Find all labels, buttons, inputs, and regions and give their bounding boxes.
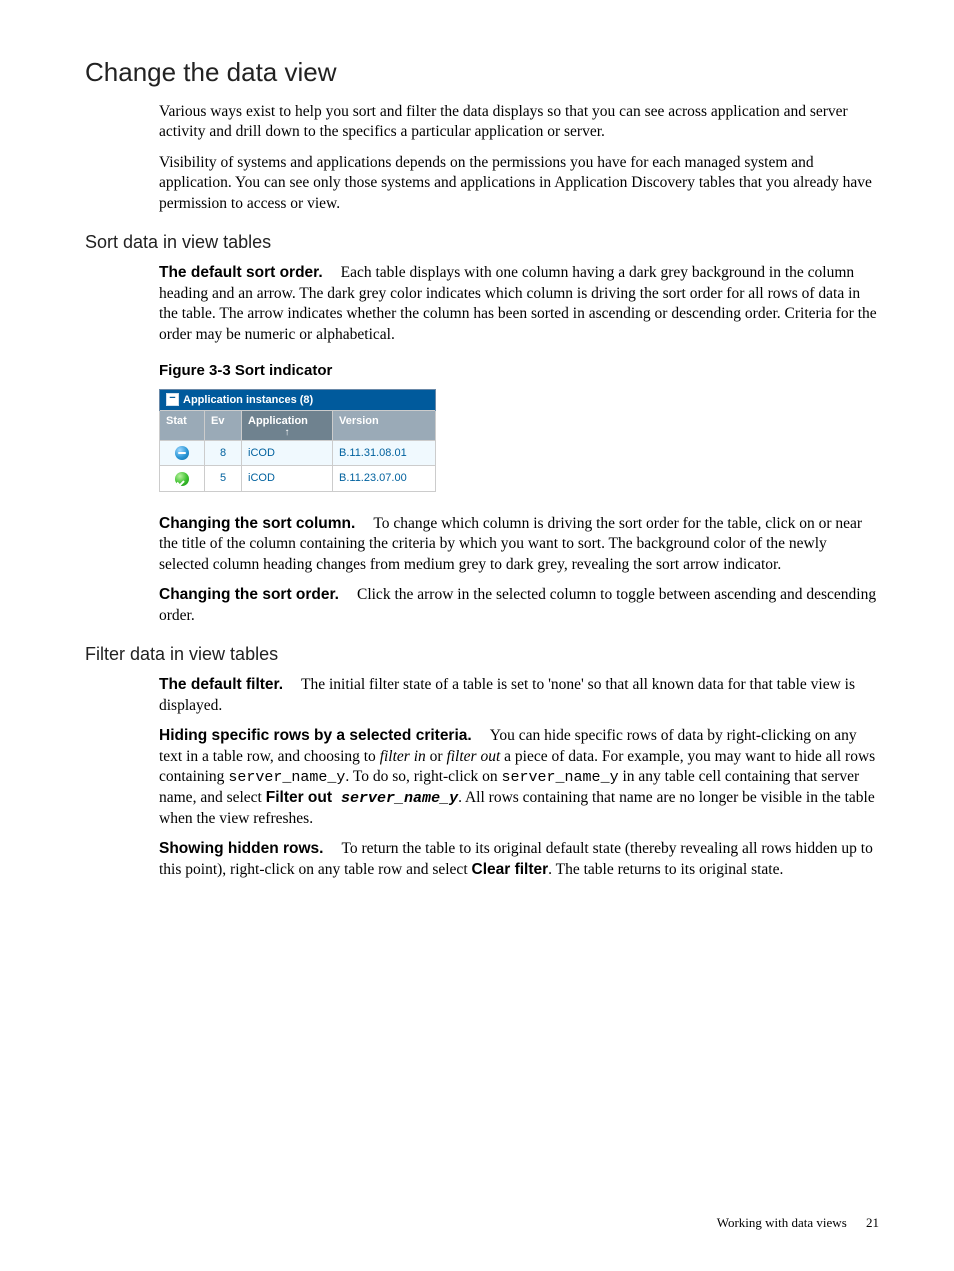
sort-arrow-up-icon[interactable]: ↑ <box>248 429 326 437</box>
hiding-t4: . To do so, right-click on <box>345 768 501 785</box>
col-header-stat[interactable]: Stat <box>160 411 205 441</box>
cell-ev: 8 <box>205 440 242 466</box>
ui-table-titlebar: −Application instances (8) <box>160 389 436 411</box>
hiding-filter-out: filter out <box>446 748 500 765</box>
cell-application: iCOD <box>242 466 333 492</box>
cell-version: B.11.23.07.00 <box>333 466 436 492</box>
figure-sort-indicator: −Application instances (8) Stat Ev Appli… <box>159 389 879 492</box>
status-unknown-icon <box>175 446 189 460</box>
ui-table: −Application instances (8) Stat Ev Appli… <box>159 389 436 492</box>
filter-hiding-paragraph: Hiding specific rows by a selected crite… <box>159 726 879 829</box>
hiding-servername1: server_name_y <box>228 769 345 786</box>
sort-default-block: The default sort order.Each table displa… <box>159 263 879 626</box>
sort-change-order-paragraph: Changing the sort order.Click the arrow … <box>159 585 879 626</box>
col-header-ev[interactable]: Ev <box>205 411 242 441</box>
sort-change-column-paragraph: Changing the sort column.To change which… <box>159 514 879 575</box>
table-row: 8 iCOD B.11.31.08.01 <box>160 440 436 466</box>
ui-table-header-row: Stat Ev Application ↑ Version <box>160 411 436 441</box>
runin-changing-sort-column: Changing the sort column. <box>159 515 355 532</box>
filter-showing-paragraph: Showing hidden rows.To return the table … <box>159 839 879 880</box>
hiding-filterout-bold: Filter out <box>266 789 332 806</box>
heading-sort-data: Sort data in view tables <box>85 232 879 253</box>
runin-default-sort-order: The default sort order. <box>159 264 323 281</box>
heading-filter-data: Filter data in view tables <box>85 644 879 665</box>
hiding-servername3: server_name_y <box>332 790 458 807</box>
page: Change the data view Various ways exist … <box>0 0 954 1271</box>
figure-caption: Figure 3-3 Sort indicator <box>159 361 879 381</box>
cell-version: B.11.31.08.01 <box>333 440 436 466</box>
runin-default-filter: The default filter. <box>159 676 283 693</box>
cell-ev: 5 <box>205 466 242 492</box>
footer: Working with data views 21 <box>717 1215 879 1231</box>
intro-paragraph-1: Various ways exist to help you sort and … <box>159 102 879 143</box>
table-row: 5 iCOD B.11.23.07.00 <box>160 466 436 492</box>
col-header-application[interactable]: Application ↑ <box>242 411 333 441</box>
hiding-t2: or <box>426 748 447 765</box>
intro-block: Various ways exist to help you sort and … <box>159 102 879 214</box>
footer-page-number: 21 <box>866 1215 879 1230</box>
status-ok-icon <box>175 472 189 486</box>
runin-showing-hidden: Showing hidden rows. <box>159 840 323 857</box>
ui-table-title: Application instances (8) <box>183 394 313 406</box>
filter-block: The default filter.The initial filter st… <box>159 675 879 880</box>
runin-hiding-rows: Hiding specific rows by a selected crite… <box>159 727 472 744</box>
showing-t2: . The table returns to its original stat… <box>548 861 783 878</box>
heading-change-data-view: Change the data view <box>85 57 879 88</box>
col-header-version[interactable]: Version <box>333 411 436 441</box>
cell-application: iCOD <box>242 440 333 466</box>
collapse-icon[interactable]: − <box>166 393 179 406</box>
footer-label: Working with data views <box>717 1215 847 1230</box>
showing-clearfilter-bold: Clear filter <box>472 861 549 878</box>
runin-changing-sort-order: Changing the sort order. <box>159 586 339 603</box>
col-header-application-label: Application <box>248 415 308 427</box>
intro-paragraph-2: Visibility of systems and applications d… <box>159 153 879 214</box>
sort-default-paragraph: The default sort order.Each table displa… <box>159 263 879 345</box>
filter-default-paragraph: The default filter.The initial filter st… <box>159 675 879 716</box>
hiding-servername2: server_name_y <box>502 769 619 786</box>
hiding-filter-in: filter in <box>380 748 426 765</box>
